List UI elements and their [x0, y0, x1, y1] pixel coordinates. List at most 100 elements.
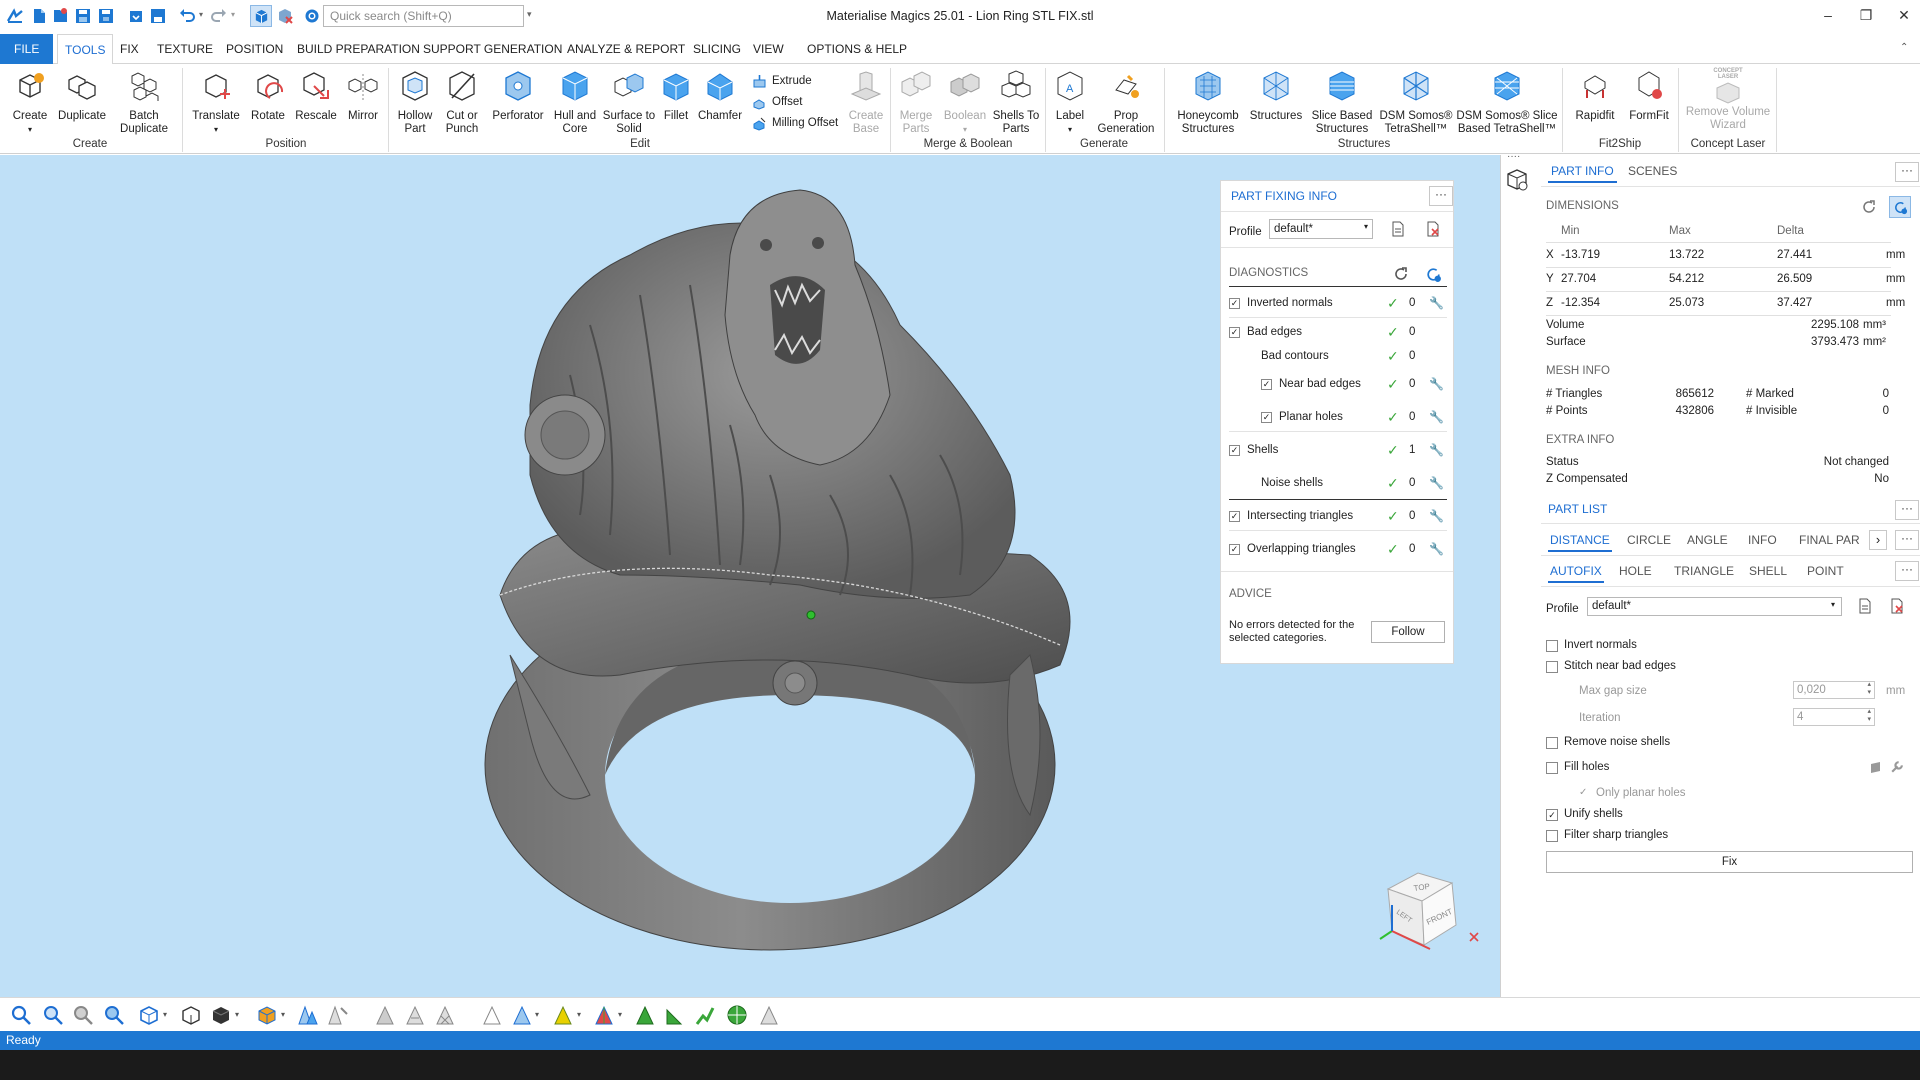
view-cube[interactable]: TOP LEFT FRONT [1370, 855, 1480, 965]
wrench-icon[interactable]: 🔧 [1429, 536, 1444, 562]
tab-hole[interactable]: HOLE [1619, 559, 1652, 583]
planar-holes-checkbox[interactable]: ✓ [1261, 412, 1272, 423]
boolean-button[interactable]: Boolean ▾ [942, 68, 988, 136]
highlight-triangles-icon[interactable] [552, 1004, 574, 1026]
section-view-icon[interactable] [481, 1004, 503, 1026]
part-fixing-more-button[interactable]: ··· [1429, 186, 1453, 206]
render-mode-dropdown-icon[interactable]: ▾ [235, 1010, 239, 1019]
delete-profile-icon[interactable] [1425, 221, 1441, 237]
unify-shells-checkbox[interactable]: ✓ [1546, 809, 1558, 821]
milling-offset-button[interactable]: Milling Offset [752, 114, 838, 132]
wrench-icon[interactable]: 🔧 [1429, 371, 1444, 397]
rotate-button[interactable]: Rotate [246, 68, 290, 123]
tab-triangle[interactable]: TRIANGLE [1674, 559, 1734, 583]
stitch-near-bad-edges-checkbox[interactable] [1546, 661, 1558, 673]
tab-info[interactable]: INFO [1748, 528, 1777, 552]
wrench-icon[interactable]: 🔧 [1429, 470, 1444, 496]
autofix-profile-select[interactable]: default* ▾ [1587, 597, 1842, 616]
follow-button[interactable]: Follow [1371, 621, 1445, 643]
inverted-normals-checkbox[interactable]: ✓ [1229, 298, 1240, 309]
tab-position[interactable]: POSITION [219, 34, 290, 64]
profile-select[interactable]: default* ▾ [1269, 219, 1373, 239]
fill-holes-wrench-icon[interactable] [1889, 760, 1904, 775]
bad-edges-dropdown-icon[interactable]: ▾ [618, 1010, 622, 1019]
perforator-button[interactable]: Perforator [488, 68, 548, 123]
smooth-shading-icon[interactable] [404, 1004, 426, 1026]
tab-point[interactable]: POINT [1807, 559, 1844, 583]
triangle-mesh-icon[interactable] [297, 1004, 319, 1026]
show-parts-icon[interactable] [256, 1004, 278, 1026]
wrench-icon[interactable]: 🔧 [1429, 290, 1444, 316]
tab-file[interactable]: FILE [0, 34, 54, 64]
create-button[interactable]: Create ▾ [6, 68, 54, 136]
part-list-heading[interactable]: PART LIST [1548, 497, 1607, 521]
near-bad-edges-checkbox[interactable]: ✓ [1261, 379, 1272, 390]
wireframe-icon[interactable] [434, 1004, 456, 1026]
overlapping-triangles-checkbox[interactable]: ✓ [1229, 544, 1240, 555]
mirror-button[interactable]: Mirror [342, 68, 384, 123]
autofix-more-button[interactable]: ··· [1895, 561, 1919, 581]
label-button[interactable]: A Label ▾ [1050, 68, 1090, 136]
spinner-icon[interactable]: ▴ ▾ [1867, 708, 1871, 724]
unmark-icon[interactable] [758, 1004, 780, 1026]
merge-parts-button[interactable]: Merge Parts [896, 68, 936, 136]
highlight-dropdown-icon[interactable]: ▾ [577, 1010, 581, 1019]
tab-fix[interactable]: FIX [113, 34, 146, 64]
auto-update-icon[interactable] [1425, 266, 1442, 283]
rapidfit-button[interactable]: Rapidfit [1570, 68, 1620, 123]
rescale-button[interactable]: Rescale [294, 68, 338, 123]
chamfer-button[interactable]: Chamfer [696, 68, 744, 123]
mark-plane-icon[interactable] [726, 1004, 748, 1026]
mark-shell-icon[interactable] [694, 1004, 716, 1026]
dsm-somos-slice-tetrashell-button[interactable]: DSM Somos® Slice Based TetraShell™ [1456, 68, 1558, 136]
tab-shell[interactable]: SHELL [1749, 559, 1787, 583]
tab-analyze-report[interactable]: ANALYZE & REPORT [560, 34, 692, 64]
close-window-button[interactable]: ✕ [1884, 3, 1920, 27]
clipping-dropdown-icon[interactable]: ▾ [535, 1010, 539, 1019]
filter-sharp-triangles-checkbox[interactable] [1546, 830, 1558, 842]
measure-more-button[interactable]: ··· [1895, 530, 1919, 550]
spinner-icon[interactable]: ▴ ▾ [1867, 681, 1871, 697]
view-orientation-dropdown-icon[interactable]: ▾ [163, 1010, 167, 1019]
honeycomb-structures-button[interactable]: Honeycomb Structures [1172, 68, 1244, 136]
fillet-button[interactable]: Fillet [658, 68, 694, 123]
slice-based-structures-button[interactable]: Slice Based Structures [1306, 68, 1378, 136]
clipping-icon[interactable] [511, 1004, 533, 1026]
fill-holes-checkbox[interactable] [1546, 762, 1558, 774]
tab-view[interactable]: VIEW [746, 34, 791, 64]
extrude-button[interactable]: Extrude [752, 72, 812, 90]
tab-final-part[interactable]: FINAL PAR [1799, 528, 1863, 552]
save-profile-icon[interactable] [1390, 221, 1406, 237]
tab-options-help[interactable]: OPTIONS & HELP [800, 34, 914, 64]
surface-to-solid-button[interactable]: Surface to Solid [602, 68, 656, 136]
bad-edges-checkbox[interactable]: ✓ [1229, 327, 1240, 338]
panel-grip[interactable]: ···· [1507, 152, 1525, 162]
zoom-all-icon[interactable] [103, 1004, 125, 1026]
zoom-icon[interactable] [10, 1004, 32, 1026]
collapse-ribbon-icon[interactable]: ⌃ [1900, 42, 1908, 53]
translate-button[interactable]: Translate ▾ [190, 68, 242, 136]
perspective-icon[interactable] [180, 1004, 202, 1026]
tab-part-info[interactable]: PART INFO [1548, 159, 1617, 183]
hull-and-core-button[interactable]: Hull and Core [550, 68, 600, 136]
refresh-dimensions-icon[interactable] [1861, 199, 1877, 215]
fix-button[interactable]: Fix [1546, 851, 1913, 873]
create-base-button[interactable]: Create Base [846, 68, 886, 136]
intersecting-triangles-checkbox[interactable]: ✓ [1229, 511, 1240, 522]
marked-triangles-icon[interactable] [634, 1004, 656, 1026]
bad-edges-display-icon[interactable] [593, 1004, 615, 1026]
wrench-icon[interactable]: 🔧 [1429, 503, 1444, 529]
tab-support-generation[interactable]: SUPPORT GENERATION [416, 34, 569, 64]
cut-or-punch-button[interactable]: Cut or Punch [440, 68, 484, 136]
delete-autofix-profile-icon[interactable] [1889, 598, 1905, 614]
part-info-pane-icon[interactable] [1504, 167, 1530, 193]
hollow-part-button[interactable]: Hollow Part [392, 68, 438, 136]
offset-button[interactable]: Offset [752, 93, 802, 111]
lion-ring-model[interactable] [470, 175, 1120, 975]
max-gap-input[interactable]: 0,020 ▴ ▾ [1793, 681, 1875, 699]
triangle-edges-icon[interactable] [327, 1004, 349, 1026]
save-autofix-profile-icon[interactable] [1857, 598, 1873, 614]
tab-build-preparation[interactable]: BUILD PREPARATION [290, 34, 427, 64]
shells-to-parts-button[interactable]: Shells To Parts [992, 68, 1040, 136]
tab-circle[interactable]: CIRCLE [1627, 528, 1671, 552]
